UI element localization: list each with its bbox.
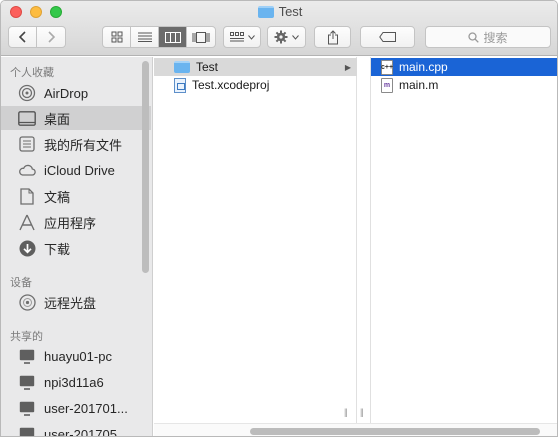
icon-view-button[interactable]	[103, 27, 131, 47]
desktop-icon	[18, 109, 36, 127]
column-view-button[interactable]	[159, 27, 187, 47]
grid-icon	[111, 31, 122, 43]
list-item-folder[interactable]: Test ▶	[154, 58, 357, 76]
chevron-right-icon	[48, 31, 55, 43]
item-label: main.m	[399, 78, 439, 92]
search-field[interactable]: 搜索	[425, 26, 551, 48]
applications-icon	[18, 213, 36, 231]
sidebar-item-icloud-drive[interactable]: iCloud Drive	[1, 158, 151, 182]
disclosure-arrow-icon: ▶	[344, 62, 351, 72]
monitor-icon	[18, 425, 36, 436]
toolbar: Test 搜索	[1, 1, 557, 56]
sidebar-item-label: 桌面	[44, 111, 71, 127]
sidebar-item-label: AirDrop	[44, 85, 89, 101]
folder-icon	[257, 5, 274, 18]
sidebar-item-label: 远程光盘	[44, 295, 97, 311]
sidebar-item-remote-disc[interactable]: 远程光盘	[1, 290, 151, 314]
item-label: Test.xcodeproj	[192, 78, 270, 92]
horizontal-scrollbar-track	[154, 423, 557, 436]
chevron-down-icon	[247, 34, 255, 40]
finder-window: Test 搜索 个人收藏 AirDrop 桌面 我的所有文件 iCloud Dr…	[0, 0, 558, 437]
sidebar: 个人收藏 AirDrop 桌面 我的所有文件 iCloud Drive 文稿 应…	[1, 57, 153, 437]
sidebar-section-shared: 共享的	[10, 331, 43, 343]
back-button[interactable]	[9, 27, 37, 47]
share-button[interactable]	[314, 26, 351, 48]
sidebar-item-label: 我的所有文件	[44, 137, 123, 153]
all-files-icon	[18, 135, 36, 153]
folder-icon	[174, 61, 190, 73]
sidebar-item-shared-computer[interactable]: user-201701...	[1, 396, 151, 420]
gallery-icon	[192, 31, 210, 43]
gear-icon	[274, 30, 288, 44]
horizontal-scrollbar[interactable]	[250, 428, 540, 435]
sidebar-item-documents[interactable]: 文稿	[1, 184, 151, 208]
airdrop-icon	[18, 84, 36, 102]
monitor-icon	[18, 347, 36, 365]
arrange-grid-icon	[229, 32, 244, 42]
sidebar-item-shared-computer[interactable]: user-201705...	[1, 422, 151, 437]
chevron-down-icon	[292, 34, 299, 40]
sidebar-item-airdrop[interactable]: AirDrop	[1, 81, 151, 105]
cloud-icon	[18, 161, 36, 179]
sidebar-item-label: npi3d11a6	[44, 374, 104, 390]
sidebar-item-label: user-201705...	[44, 426, 128, 437]
sidebar-section-favorites: 个人收藏	[10, 67, 54, 79]
sidebar-section-devices: 设备	[10, 277, 32, 289]
sidebar-item-shared-computer[interactable]: huayu01-pc	[1, 344, 151, 368]
gallery-view-button[interactable]	[187, 27, 215, 47]
sidebar-item-label: 下载	[44, 241, 71, 257]
sidebar-item-label: user-201701...	[44, 400, 128, 416]
list-item-file[interactable]: m main.m	[371, 76, 557, 94]
sidebar-item-label: 文稿	[44, 189, 71, 205]
view-mode-control	[102, 26, 216, 48]
monitor-icon	[18, 399, 36, 417]
column-resize-handle[interactable]: ||	[344, 407, 348, 417]
list-item-file[interactable]: Test.xcodeproj	[154, 76, 357, 94]
column-resize-handle[interactable]: ||	[360, 407, 364, 417]
list-item-file[interactable]: c++ main.cpp	[371, 58, 557, 76]
sidebar-item-applications[interactable]: 应用程序	[1, 210, 151, 234]
sidebar-item-label: iCloud Drive	[44, 162, 115, 178]
browser-column-2: c++ main.cpp m main.m	[371, 57, 557, 423]
xcodeproj-icon	[174, 77, 186, 93]
column-gutter: ||	[357, 57, 371, 423]
search-icon	[468, 31, 480, 43]
arrange-button[interactable]	[223, 26, 261, 48]
objc-file-icon: m	[381, 77, 393, 93]
sidebar-item-shared-computer[interactable]: npi3d11a6	[1, 370, 151, 394]
list-view-button[interactable]	[131, 27, 159, 47]
columns-icon	[164, 31, 181, 43]
sidebar-item-desktop[interactable]: 桌面	[1, 106, 151, 130]
monitor-icon	[18, 373, 36, 391]
chevron-left-icon	[18, 31, 26, 43]
share-icon	[327, 29, 338, 44]
sidebar-scrollbar[interactable]	[142, 61, 149, 273]
sidebar-item-label: huayu01-pc	[44, 348, 112, 364]
sidebar-item-downloads[interactable]: 下载	[1, 236, 151, 260]
documents-icon	[18, 187, 36, 205]
sidebar-item-label: 应用程序	[44, 215, 97, 231]
tag-icon	[378, 32, 396, 42]
browser-column-1: Test ▶ Test.xcodeproj ||	[154, 57, 357, 423]
window-title-label: Test	[278, 4, 303, 19]
sidebar-item-all-files[interactable]: 我的所有文件	[1, 132, 151, 156]
search-placeholder: 搜索	[483, 30, 508, 45]
item-label: Test	[196, 60, 219, 74]
window-title: Test	[1, 4, 557, 19]
action-button[interactable]	[267, 26, 306, 48]
item-label: main.cpp	[399, 60, 448, 74]
tags-button[interactable]	[360, 26, 415, 48]
disc-icon	[18, 293, 36, 311]
nav-buttons	[8, 26, 66, 48]
cpp-file-icon: c++	[381, 59, 393, 75]
forward-button[interactable]	[37, 27, 65, 47]
list-icon	[137, 32, 152, 42]
downloads-icon	[18, 239, 36, 257]
